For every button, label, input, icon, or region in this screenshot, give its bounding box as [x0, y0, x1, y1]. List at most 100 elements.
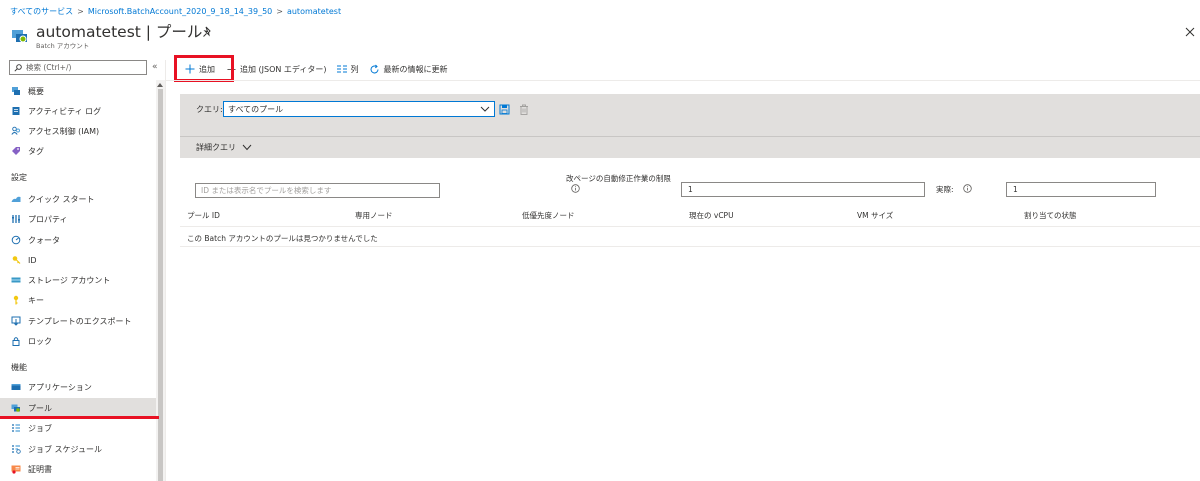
- sidebar-item-label: アクティビティ ログ: [28, 106, 102, 116]
- breadcrumb: すべてのサービス > Microsoft.BatchAccount_2020_9…: [10, 4, 341, 18]
- column-header-dedicated-nodes[interactable]: 専用ノード: [355, 210, 393, 221]
- key-icon: [11, 295, 21, 305]
- sidebar-item-tags[interactable]: タグ: [0, 141, 156, 161]
- chevron-down-icon: [480, 106, 490, 112]
- job-schedule-icon: [11, 444, 21, 454]
- auto-repair-limit-value: 1: [688, 185, 693, 194]
- query-dropdown-value: すべてのプール: [228, 104, 284, 114]
- breadcrumb-deployment[interactable]: Microsoft.BatchAccount_2020_9_18_14_39_5…: [88, 7, 272, 16]
- delete-icon[interactable]: [519, 104, 529, 115]
- export-icon: [11, 316, 21, 326]
- table-row-divider: [180, 246, 1200, 247]
- sidebar-item-properties[interactable]: プロパティ: [0, 209, 156, 229]
- sidebar-item-applications[interactable]: アプリケーション: [0, 377, 156, 397]
- breadcrumb-all-services[interactable]: すべてのサービス: [10, 6, 73, 17]
- sidebar-item-overview[interactable]: 概要: [0, 81, 156, 101]
- sidebar-section-settings: 設定: [11, 173, 27, 182]
- scroll-up-icon[interactable]: [157, 83, 163, 87]
- sidebar-item-label: プロパティ: [28, 214, 68, 224]
- query-label: クエリ:: [196, 105, 223, 114]
- sidebar-item-label: ジョブ スケジュール: [28, 444, 102, 454]
- lock-icon: [11, 336, 21, 346]
- actual-value-input[interactable]: 1: [1006, 182, 1156, 197]
- sidebar-divider: [165, 60, 166, 481]
- sidebar-search-placeholder: 検索 (Ctrl+/): [26, 63, 72, 72]
- add-json-button[interactable]: 追加 (JSON エディター): [227, 64, 327, 75]
- query-dropdown[interactable]: すべてのプール: [223, 101, 495, 117]
- refresh-icon: [369, 64, 380, 75]
- sidebar-item-certificates[interactable]: 証明書: [0, 459, 156, 479]
- page-subtitle: Batch アカウント: [36, 42, 90, 50]
- sidebar-item-label: テンプレートのエクスポート: [28, 316, 132, 326]
- sidebar-item-iam[interactable]: アクセス制御 (IAM): [0, 121, 156, 141]
- sidebar-item-export-template[interactable]: テンプレートのエクスポート: [0, 311, 156, 331]
- sidebar-item-pools[interactable]: プール: [0, 398, 156, 418]
- tag-icon: [11, 146, 21, 156]
- collapse-sidebar-icon[interactable]: «: [152, 62, 158, 72]
- batch-pool-icon: [12, 30, 27, 43]
- sidebar-item-jobs[interactable]: ジョブ: [0, 418, 156, 438]
- sidebar-item-label: ジョブ: [28, 423, 52, 433]
- quickstart-icon: [11, 194, 21, 204]
- advanced-query-label: 詳細クエリ: [196, 143, 236, 152]
- sidebar-item-label: クイック スタート: [28, 194, 95, 204]
- save-icon[interactable]: [499, 104, 510, 115]
- auto-repair-limit-input[interactable]: 1: [681, 182, 925, 197]
- query-panel-divider: [180, 136, 1200, 137]
- columns-button[interactable]: 列: [336, 64, 359, 75]
- toolbar-divider: [166, 80, 1200, 81]
- certificate-icon: [11, 464, 21, 474]
- sidebar-item-identity[interactable]: ID: [0, 250, 156, 270]
- column-header-pool-id[interactable]: プール ID: [187, 210, 220, 221]
- column-header-current-vcpu[interactable]: 現在の vCPU: [689, 210, 734, 221]
- pool-search-input[interactable]: ID または表示名でプールを検索します: [195, 183, 440, 198]
- info-icon[interactable]: [963, 184, 972, 193]
- close-icon[interactable]: [1185, 27, 1195, 37]
- chevron-down-icon: [242, 144, 252, 151]
- page-title: automatetest | プール: [36, 23, 203, 41]
- sidebar-item-activity-log[interactable]: アクティビティ ログ: [0, 101, 156, 121]
- refresh-button[interactable]: 最新の情報に更新: [369, 64, 448, 75]
- sidebar-item-label: アプリケーション: [28, 382, 92, 392]
- search-icon: [14, 63, 22, 72]
- add-json-button-label: 追加 (JSON エディター): [240, 64, 327, 74]
- column-header-low-priority-nodes[interactable]: 低優先度ノード: [522, 210, 575, 221]
- sidebar-item-keys[interactable]: キー: [0, 290, 156, 310]
- sidebar-item-label: キー: [28, 295, 44, 305]
- column-header-allocation-state[interactable]: 割り当ての状態: [1024, 210, 1077, 221]
- breadcrumb-separator-icon: >: [276, 6, 283, 16]
- sidebar-item-label: 証明書: [28, 464, 52, 474]
- breadcrumb-account[interactable]: automatetest: [287, 7, 341, 16]
- column-header-vm-size[interactable]: VM サイズ: [857, 210, 893, 221]
- sidebar-scrollbar-thumb[interactable]: [158, 89, 163, 481]
- sidebar-item-label: アクセス制御 (IAM): [28, 126, 100, 136]
- activity-log-icon: [11, 106, 21, 116]
- properties-icon: [11, 214, 21, 224]
- sidebar-item-label: プール: [28, 403, 52, 413]
- identity-icon: [11, 255, 21, 265]
- columns-button-label: 列: [350, 64, 359, 74]
- advanced-query-toggle[interactable]: 詳細クエリ: [196, 142, 252, 153]
- info-icon[interactable]: [571, 184, 580, 193]
- sidebar-item-storage[interactable]: ストレージ アカウント: [0, 270, 156, 290]
- sidebar-item-label: クォータ: [28, 235, 60, 245]
- pin-icon[interactable]: [202, 26, 214, 38]
- sidebar-item-job-schedules[interactable]: ジョブ スケジュール: [0, 439, 156, 459]
- sidebar-item-label: 概要: [28, 86, 44, 96]
- sidebar-search-input[interactable]: 検索 (Ctrl+/): [9, 60, 147, 75]
- sidebar-section-features: 機能: [11, 363, 27, 372]
- auto-repair-label: 改ページの自動修正作業の制限: [566, 174, 671, 183]
- refresh-button-label: 最新の情報に更新: [383, 64, 448, 74]
- sidebar-item-quickstart[interactable]: クイック スタート: [0, 189, 156, 209]
- columns-icon: [336, 65, 347, 73]
- storage-icon: [11, 275, 21, 285]
- sidebar-item-locks[interactable]: ロック: [0, 331, 156, 351]
- iam-icon: [11, 126, 21, 136]
- sidebar-item-quota[interactable]: クォータ: [0, 230, 156, 250]
- overview-icon: [11, 86, 21, 96]
- actual-label: 実際:: [936, 185, 954, 194]
- pool-search-placeholder: ID または表示名でプールを検索します: [201, 186, 332, 195]
- job-icon: [11, 423, 21, 433]
- add-button-highlight: [174, 55, 234, 82]
- empty-table-message: この Batch アカウントのプールは見つかりませんでした: [187, 234, 378, 243]
